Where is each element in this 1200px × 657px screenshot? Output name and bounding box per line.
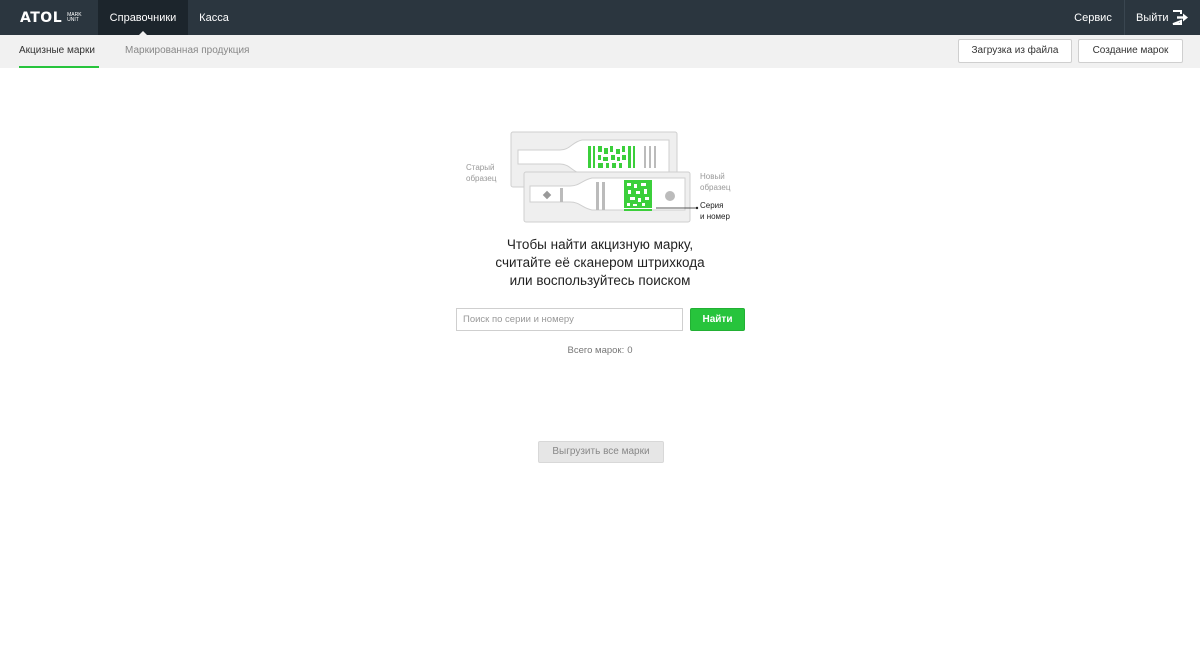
service-menu[interactable]: Сервис — [1062, 0, 1124, 35]
instruction-line-3: или воспользуйтесь поиском — [509, 273, 691, 288]
stamp-illustration: Старый образец Новый образец Серия и ном… — [460, 128, 750, 228]
nav-tab-cash-register[interactable]: Касса — [188, 0, 240, 35]
nav-tab-directories-label: Справочники — [109, 12, 177, 24]
logout-label: Выйти — [1136, 12, 1169, 24]
old-sample-caption: Старый образец — [466, 163, 497, 183]
series-number-caption: Серия и номер — [700, 201, 730, 221]
total-label: Всего марок: — [567, 345, 625, 356]
tab-marked-products-label: Маркированная продукция — [125, 45, 250, 56]
atol-logo[interactable]: ATOL MARK UNIT — [20, 10, 82, 26]
tab-excise-stamps-label: Акцизные марки — [19, 45, 95, 56]
tab-excise-stamps[interactable]: Акцизные марки — [19, 35, 99, 68]
logo-text: ATOL — [20, 10, 63, 26]
top-navigation-bar: ATOL MARK UNIT Справочники Касса Сервис … — [0, 0, 1200, 35]
nav-tab-cash-register-label: Касса — [199, 12, 229, 24]
tab-marked-products[interactable]: Маркированная продукция — [125, 35, 265, 68]
nav-tab-directories[interactable]: Справочники — [98, 0, 188, 35]
upload-from-file-button[interactable]: Загрузка из файла — [958, 39, 1072, 63]
instruction-line-1: Чтобы найти акцизную марку, — [506, 237, 694, 252]
logout-icon[interactable] — [1172, 10, 1189, 25]
create-stamps-button[interactable]: Создание марок — [1078, 39, 1183, 63]
logo-subtitle: MARK UNIT — [67, 11, 82, 23]
instruction-message: Чтобы найти акцизную марку, считайте её … — [440, 236, 760, 290]
total-stamps-count: Всего марок: 0 — [540, 345, 660, 356]
new-sample-caption: Новый образец — [700, 172, 731, 192]
search-input[interactable] — [456, 308, 683, 331]
find-button[interactable]: Найти — [690, 308, 745, 331]
service-menu-label: Сервис — [1074, 12, 1112, 24]
total-value: 0 — [627, 345, 633, 356]
export-all-button[interactable]: Выгрузить все марки — [538, 441, 664, 463]
instruction-line-2: считайте её сканером штрихкода — [495, 255, 705, 270]
sub-navigation-bar: Акцизные марки Маркированная продукция З… — [0, 35, 1200, 68]
